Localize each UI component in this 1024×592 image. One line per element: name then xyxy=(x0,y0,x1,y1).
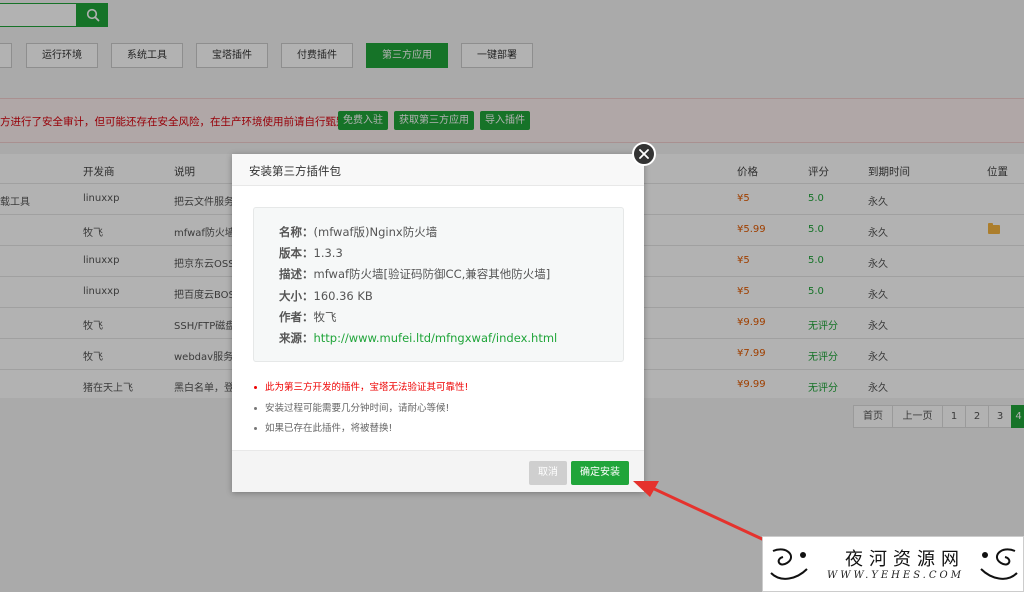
watermark-title: 夜河资源网 xyxy=(845,549,965,570)
watermark-logo: 夜河资源网 WWW.YEHES.COM xyxy=(762,536,1024,592)
ornament-right-icon xyxy=(980,548,1018,580)
watermark-url: WWW.YEHES.COM xyxy=(827,570,964,581)
annotation-arrow xyxy=(633,481,792,554)
ornament-left-icon xyxy=(770,548,808,580)
